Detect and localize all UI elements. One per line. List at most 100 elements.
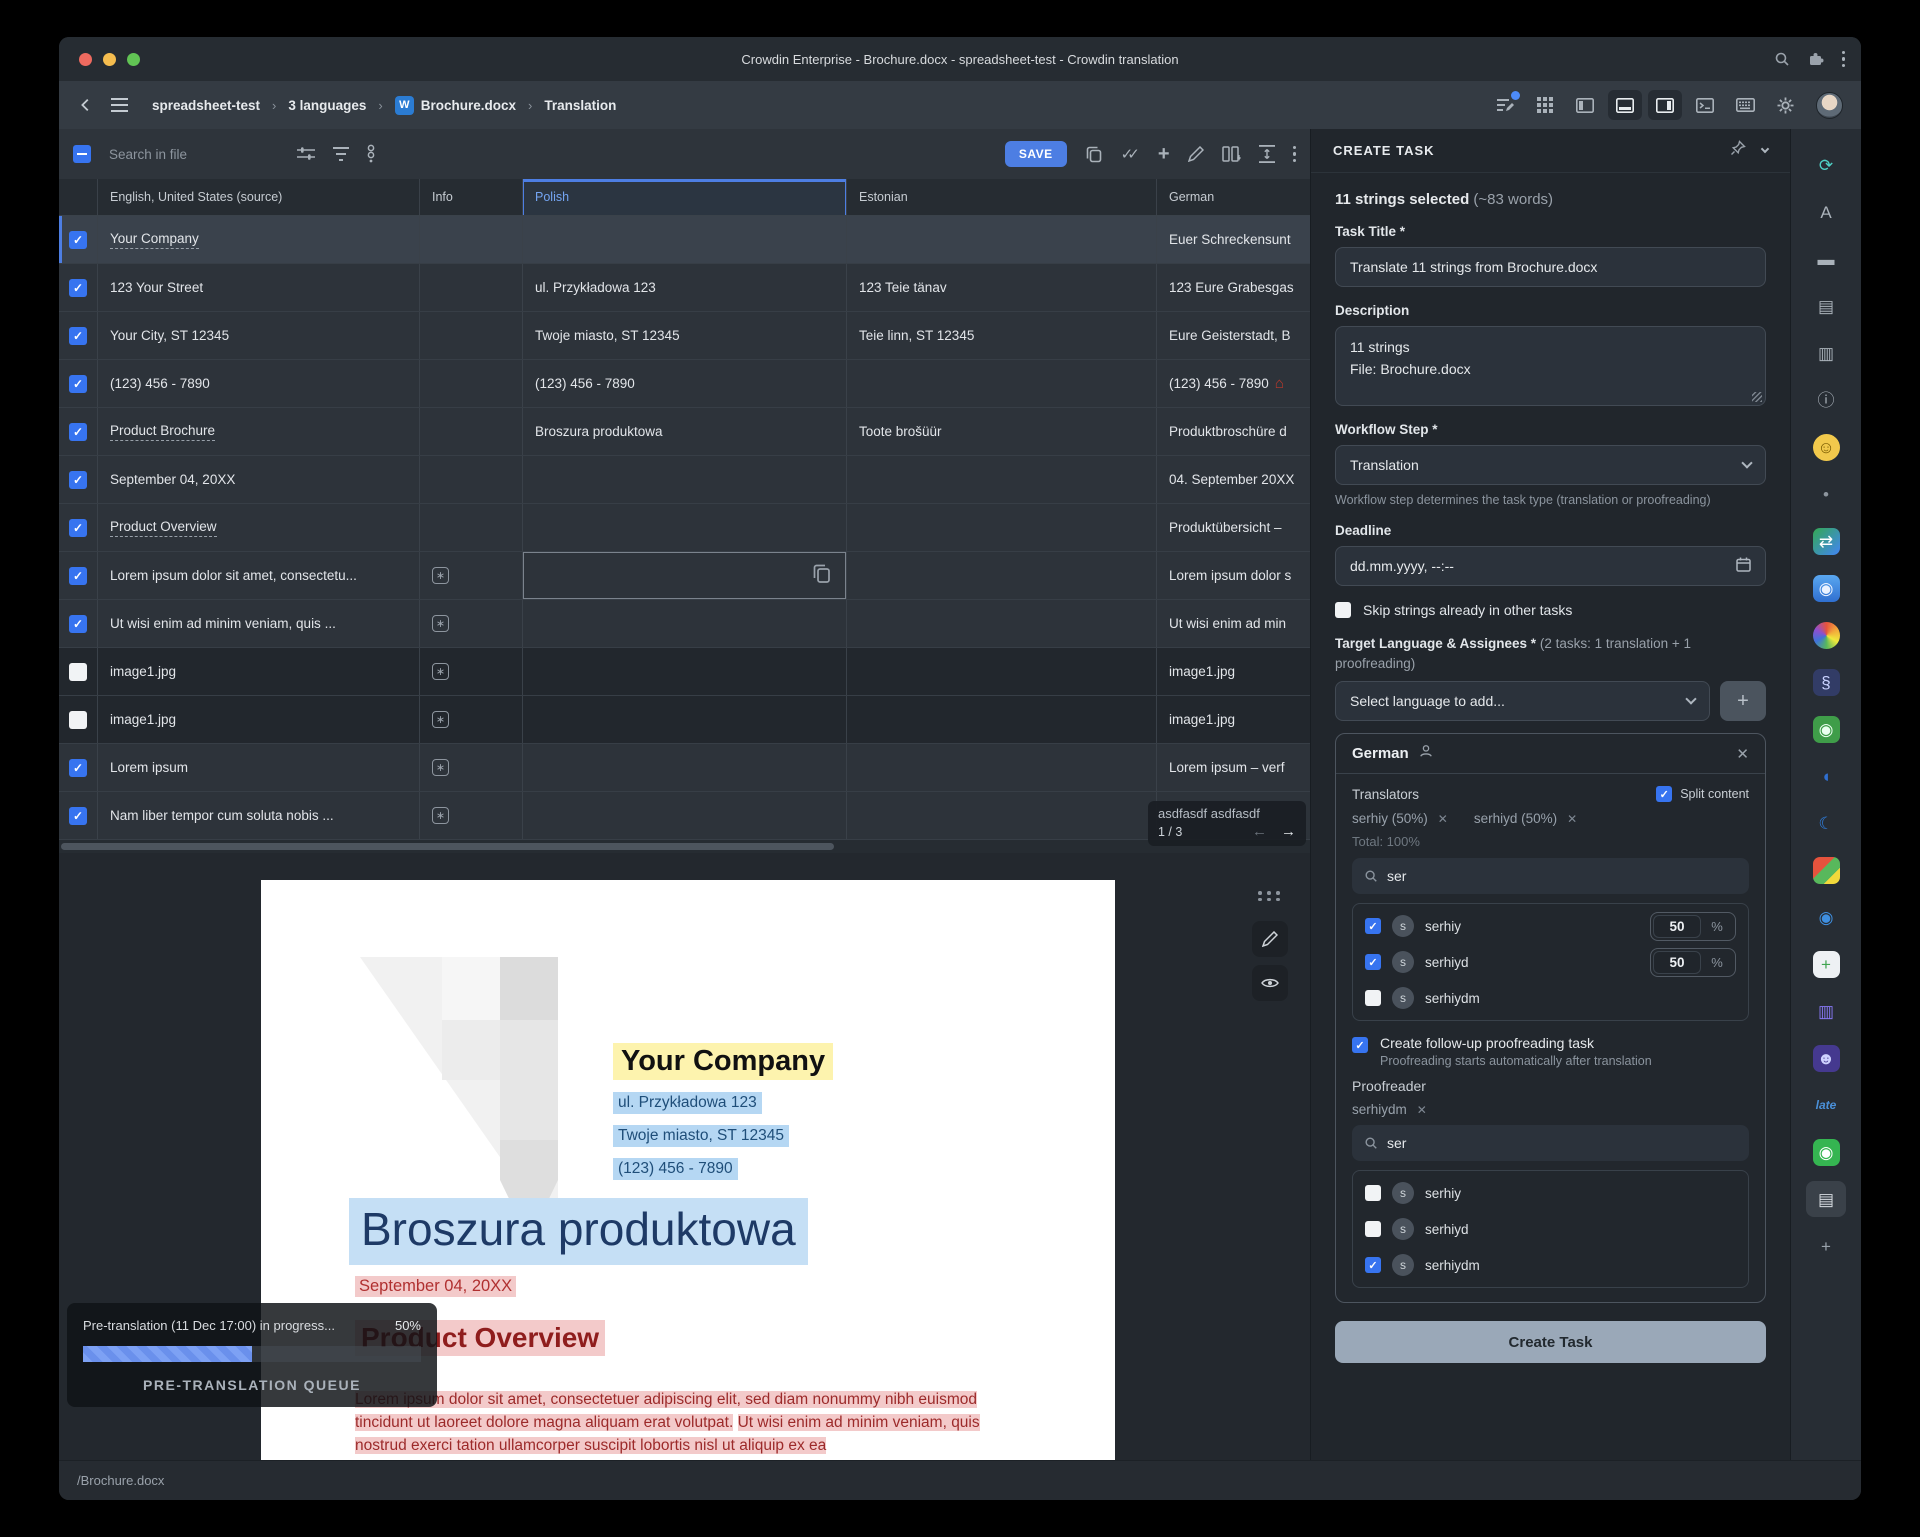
- browser-menu-icon[interactable]: [1842, 51, 1846, 68]
- polish-cell[interactable]: [523, 216, 847, 263]
- table-row[interactable]: Lorem ipsum ∗ Lorem ipsum – verf⌂: [59, 744, 1310, 792]
- remove-tag-icon[interactable]: ✕: [1417, 1103, 1427, 1117]
- panel-collapse-icon[interactable]: [1761, 144, 1769, 152]
- row-checkbox[interactable]: [69, 327, 87, 345]
- search-icon[interactable]: [1774, 51, 1790, 67]
- late-logo[interactable]: late: [1806, 1091, 1846, 1119]
- assignee-option[interactable]: s serhiyd: [1365, 1211, 1736, 1247]
- string-actions-icon[interactable]: [367, 144, 375, 164]
- comments-icon[interactable]: ▬: [1806, 245, 1846, 273]
- context-info-icon[interactable]: ∗: [432, 807, 449, 824]
- estonian-cell[interactable]: [847, 600, 1157, 647]
- machine-translation-icon[interactable]: A: [1806, 198, 1846, 226]
- german-cell[interactable]: Ut wisi enim ad min⌂: [1157, 600, 1310, 647]
- row-checkbox[interactable]: [69, 663, 87, 681]
- remove-tag-icon[interactable]: ✕: [1567, 812, 1577, 826]
- source-cell[interactable]: Ut wisi enim ad minim veniam, quis ...: [98, 600, 420, 647]
- german-cell[interactable]: image1.jpg⌂: [1157, 648, 1310, 695]
- zoom-window-button[interactable]: [127, 53, 140, 66]
- drag-handle-icon[interactable]: [1258, 891, 1282, 901]
- collapse-rows-icon[interactable]: [1259, 145, 1275, 163]
- estonian-cell[interactable]: [847, 216, 1157, 263]
- pin-icon[interactable]: [1730, 140, 1746, 161]
- german-cell[interactable]: (123) 456 - 7890⌂: [1157, 360, 1310, 407]
- qa-check-app-icon[interactable]: ◉: [1806, 715, 1846, 743]
- row-checkbox[interactable]: [69, 807, 87, 825]
- close-window-button[interactable]: [79, 53, 92, 66]
- assignee-checkbox[interactable]: [1365, 918, 1381, 934]
- breadcrumb-languages[interactable]: 3 languages: [288, 98, 366, 113]
- add-panel-icon[interactable]: +: [1806, 1232, 1846, 1260]
- terminal-icon[interactable]: [1688, 90, 1722, 120]
- polish-cell[interactable]: [523, 552, 847, 599]
- translator-app-icon[interactable]: ⇄: [1806, 527, 1846, 555]
- row-checkbox[interactable]: [69, 759, 87, 777]
- cube-app-icon[interactable]: [1806, 856, 1846, 884]
- context-info-icon[interactable]: ∗: [432, 663, 449, 680]
- left-panel-layout-icon[interactable]: [1568, 90, 1602, 120]
- source-cell[interactable]: Your City, ST 12345: [98, 312, 420, 359]
- filter-settings-icon[interactable]: [297, 146, 315, 162]
- assignee-checkbox[interactable]: [1365, 954, 1381, 970]
- row-checkbox[interactable]: [69, 279, 87, 297]
- table-row[interactable]: Your Company ∗ Euer Schreckensunt⌂: [59, 216, 1310, 264]
- estonian-cell[interactable]: [847, 552, 1157, 599]
- assignee-checkbox[interactable]: [1365, 990, 1381, 1006]
- menu-hamburger-icon[interactable]: [111, 98, 128, 112]
- green-eye-app-icon[interactable]: ◉: [1806, 1138, 1846, 1166]
- row-checkbox[interactable]: [69, 615, 87, 633]
- german-cell[interactable]: Produktübersicht – ⌂: [1157, 504, 1310, 551]
- row-checkbox[interactable]: [69, 471, 87, 489]
- context-info-icon[interactable]: ∗: [432, 567, 449, 584]
- grid-view-icon[interactable]: [1528, 90, 1562, 120]
- color-wheel-icon[interactable]: [1806, 621, 1846, 649]
- scrollbar-thumb[interactable]: [61, 843, 834, 850]
- german-cell[interactable]: Produktbroschüre d⌂: [1157, 408, 1310, 455]
- estonian-cell[interactable]: [847, 744, 1157, 791]
- source-cell[interactable]: Lorem ipsum dolor sit amet, consectetu..…: [98, 552, 420, 599]
- popup-next-icon[interactable]: →: [1281, 823, 1296, 840]
- estonian-cell[interactable]: [847, 504, 1157, 551]
- header-polish[interactable]: Polish: [523, 179, 847, 215]
- toolbar-more-icon[interactable]: [1293, 146, 1297, 163]
- tasks-panel-icon[interactable]: ▤: [1806, 1185, 1846, 1213]
- row-checkbox[interactable]: [69, 231, 87, 249]
- copy-source-icon[interactable]: [1085, 145, 1103, 163]
- polish-cell[interactable]: [523, 696, 847, 743]
- save-button[interactable]: SAVE: [1005, 141, 1067, 167]
- source-cell[interactable]: 123 Your Street: [98, 264, 420, 311]
- add-language-button[interactable]: +: [1720, 681, 1766, 721]
- estonian-cell[interactable]: Toote brošüür: [847, 408, 1157, 455]
- source-cell[interactable]: Product Brochure: [98, 408, 420, 455]
- assignee-checkbox[interactable]: [1365, 1257, 1381, 1273]
- estonian-cell[interactable]: [847, 792, 1157, 839]
- header-info[interactable]: Info: [420, 179, 523, 215]
- face-app-icon[interactable]: ☻: [1806, 1044, 1846, 1072]
- copy-translation-icon[interactable]: [810, 562, 834, 589]
- table-row[interactable]: Product Brochure ∗ Broszura produktowa T…: [59, 408, 1310, 456]
- legal-app-icon[interactable]: §: [1806, 668, 1846, 696]
- media-eye-icon[interactable]: ◉: [1806, 903, 1846, 931]
- remove-language-icon[interactable]: ✕: [1736, 745, 1749, 763]
- polish-cell[interactable]: [523, 600, 847, 647]
- source-cell[interactable]: (123) 456 - 7890: [98, 360, 420, 407]
- resize-handle[interactable]: [1752, 392, 1762, 402]
- preview-edit-button[interactable]: [1252, 921, 1288, 957]
- polish-cell[interactable]: [523, 504, 847, 551]
- estonian-cell[interactable]: [847, 456, 1157, 503]
- back-icon[interactable]: [77, 96, 95, 114]
- smiley-app-icon[interactable]: ☺: [1806, 433, 1846, 461]
- polish-cell[interactable]: (123) 456 - 7890: [523, 360, 847, 407]
- polish-cell[interactable]: [523, 744, 847, 791]
- estonian-cell[interactable]: 123 Teie tänav: [847, 264, 1157, 311]
- header-german[interactable]: German: [1157, 179, 1310, 215]
- percent-input[interactable]: 50%: [1650, 912, 1736, 941]
- extensions-icon[interactable]: [1808, 51, 1824, 67]
- whale-app-icon[interactable]: ☾: [1806, 809, 1846, 837]
- dot-indicator[interactable]: •: [1806, 480, 1846, 508]
- context-info-icon[interactable]: ∗: [432, 759, 449, 776]
- horizontal-scrollbar[interactable]: [59, 840, 1310, 853]
- polish-cell[interactable]: Broszura produktowa: [523, 408, 847, 455]
- row-checkbox[interactable]: [69, 423, 87, 441]
- followup-checkbox[interactable]: [1352, 1037, 1368, 1053]
